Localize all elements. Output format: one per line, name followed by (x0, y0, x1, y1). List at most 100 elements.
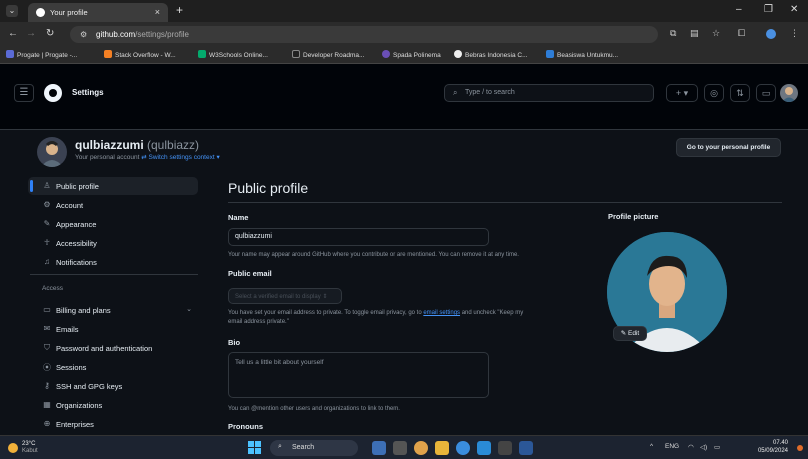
cast-icon[interactable]: ⧉ (670, 28, 676, 39)
sidebar-item-emails[interactable]: ✉ Emails (28, 320, 198, 338)
hamburger-menu-icon[interactable]: ☰ (14, 84, 34, 102)
bookmark-item[interactable]: Stack Overflow - W... (104, 50, 176, 59)
battery-icon[interactable]: ▭ (714, 443, 720, 451)
sidebar-item-billing[interactable]: ▭ Billing and plans ⌄ (28, 301, 198, 319)
go-to-profile-button[interactable]: Go to your personal profile (676, 138, 781, 157)
sidebar-item-sessions[interactable]: ⦿ Sessions (28, 358, 198, 376)
mail-icon: ✉ (43, 324, 51, 333)
url-bar[interactable]: ⚙ github.com/settings/profile (70, 26, 658, 43)
widgets-app-icon[interactable] (372, 441, 386, 455)
clock[interactable]: 07.40 05/09/2024 (728, 439, 788, 455)
wifi-icon[interactable]: ◠ (688, 443, 694, 451)
sidebar-item-organizations[interactable]: ▦ Organizations (28, 396, 198, 414)
switch-context-link[interactable]: ⇄ Switch settings context ▾ (141, 154, 219, 161)
chrome-icon[interactable] (456, 441, 470, 455)
site-info-icon[interactable]: ⚙ (80, 30, 87, 39)
edit-picture-button[interactable]: ✎ Edit (613, 326, 647, 341)
language-indicator[interactable]: ENG (665, 443, 679, 450)
sidebar-item-password[interactable]: ⛉ Password and authentication (28, 339, 198, 357)
close-tab-icon[interactable]: × (155, 7, 160, 17)
sidebar-item-public-profile[interactable]: ♙ Public profile (28, 177, 198, 195)
accessibility-icon: ☥ (44, 238, 50, 247)
file-explorer-icon[interactable] (435, 441, 449, 455)
sidebar-item-label: Public profile (56, 182, 99, 191)
tray-chevron-icon[interactable]: ^ (650, 443, 653, 450)
search-placeholder: Type / to search (465, 89, 515, 96)
bookmark-item[interactable]: Spada Polinema (382, 50, 441, 59)
bell-icon: ♫ (44, 257, 50, 266)
create-new-button[interactable]: + ▾ (666, 84, 698, 102)
terminal-icon[interactable] (498, 441, 512, 455)
person-icon: ♙ (43, 181, 51, 190)
bookmark-item[interactable]: Bebras Indonesia C... (454, 50, 528, 59)
bio-textarea[interactable]: Tell us a little bit about yourself (228, 352, 489, 398)
issues-icon[interactable]: ◎ (704, 84, 724, 102)
key-icon: ⚷ (44, 381, 50, 390)
email-settings-link[interactable]: email settings (423, 310, 460, 316)
tab-search-icon[interactable]: ⌄ (6, 5, 18, 17)
reader-icon[interactable]: ▤ (690, 28, 699, 39)
sidebar-item-ssh-keys[interactable]: ⚷ SSH and GPG keys (28, 377, 198, 395)
header-context-title[interactable]: Settings (72, 88, 104, 97)
page-title: Public profile (228, 180, 309, 196)
credit-card-icon: ▭ (43, 305, 51, 314)
bebras-icon (454, 50, 462, 58)
browser-tab-bar: ⌄ Your profile × + – ❐ ✕ (0, 0, 808, 22)
name-field[interactable]: qulbiazzumi (228, 228, 489, 246)
menu-icon[interactable]: ⋮ (790, 28, 799, 39)
sidebar-item-notifications[interactable]: ♫ Notifications (28, 253, 198, 271)
gear-icon: ⚙ (43, 200, 51, 209)
windows-start-icon[interactable] (248, 441, 262, 455)
github-logo-icon[interactable] (44, 84, 62, 102)
close-window-icon[interactable]: ✕ (790, 4, 798, 15)
reload-icon[interactable]: ↻ (46, 28, 54, 39)
taskbar-search[interactable]: ⌕ Search (270, 440, 358, 456)
weather-widget[interactable]: 23°C Kabut (8, 440, 48, 456)
public-email-select[interactable]: Select a verified email to display ⇕ (228, 288, 342, 304)
user-avatar[interactable] (780, 84, 798, 102)
bookmark-label: Beasiswa Untukmu... (557, 52, 619, 59)
forward-icon[interactable]: → (26, 28, 36, 39)
broadcast-icon: ⦿ (43, 363, 51, 372)
w3schools-icon (198, 50, 206, 58)
task-view-icon[interactable] (393, 441, 407, 455)
profile-avatar-icon[interactable] (766, 29, 776, 39)
search-input[interactable]: ⌕ Type / to search (444, 84, 654, 102)
bookmark-label: W3Schools Online... (209, 52, 268, 59)
bookmark-item[interactable]: Developer Roadma... (292, 50, 364, 59)
restore-icon[interactable]: ❐ (764, 4, 773, 15)
sidebar-item-accessibility[interactable]: ☥ Accessibility (28, 234, 198, 252)
notification-icon[interactable] (797, 445, 803, 451)
word-icon[interactable] (519, 441, 533, 455)
minimize-icon[interactable]: – (736, 4, 742, 15)
account-username: qulbiazzumi (75, 138, 144, 152)
bookmark-item[interactable]: Beasiswa Untukmu... (546, 50, 618, 59)
bookmark-item[interactable]: Progate | Progate -... (6, 50, 77, 59)
volume-icon[interactable]: ◁) (700, 443, 707, 451)
email-select-value: Select a verified email to display (235, 294, 321, 300)
copilot-icon[interactable] (414, 441, 428, 455)
url-path: /settings/profile (135, 30, 189, 39)
globe-icon: ⊕ (43, 419, 51, 428)
pull-requests-icon[interactable]: ⇅ (730, 84, 750, 102)
inbox-icon[interactable]: ▭ (756, 84, 776, 102)
account-handle: (qulbiazz) (147, 138, 200, 152)
back-icon[interactable]: ← (8, 28, 18, 39)
account-avatar (37, 137, 67, 167)
browser-tab[interactable]: Your profile × (28, 3, 168, 22)
sidebar-item-appearance[interactable]: ✎ Appearance (28, 215, 198, 233)
beasiswa-icon (546, 50, 554, 58)
tab-title: Your profile (50, 8, 88, 17)
new-tab-icon[interactable]: + (176, 3, 183, 17)
sidebar-divider (30, 274, 198, 275)
vscode-icon[interactable] (477, 441, 491, 455)
stackoverflow-icon (104, 50, 112, 58)
sidebar-item-enterprises[interactable]: ⊕ Enterprises (28, 415, 198, 433)
extensions-icon[interactable]: ⧠ (738, 28, 745, 39)
bookmark-item[interactable]: W3Schools Online... (198, 50, 268, 59)
sidebar-item-account[interactable]: ⚙ Account (28, 196, 198, 214)
bookmark-star-icon[interactable]: ☆ (712, 28, 720, 39)
sidebar-item-label: Password and authentication (56, 344, 153, 353)
bio-label: Bio (228, 338, 241, 347)
sidebar-group-access: Access (42, 285, 63, 292)
